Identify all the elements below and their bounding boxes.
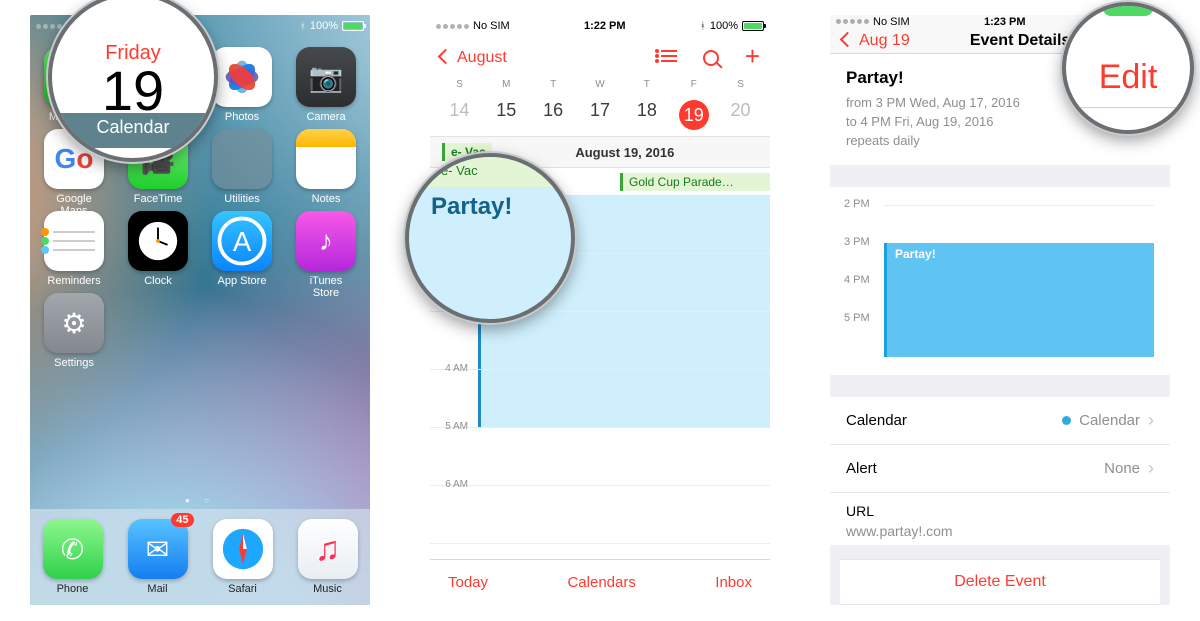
mini-day-view[interactable]: 2 PM 3 PM 4 PM 5 PM Partay! (830, 187, 1170, 375)
date-16[interactable]: 16 (530, 94, 577, 136)
app-settings[interactable]: ⚙Settings (44, 293, 104, 375)
bluetooth-icon: ᚼ (700, 21, 706, 32)
mini-event-block[interactable]: Partay! (884, 243, 1154, 357)
callout-event: e- Vac Partay! (405, 153, 575, 323)
add-event-icon[interactable]: + (745, 50, 760, 66)
app-camera[interactable]: 📷Camera (296, 47, 356, 129)
battery-icon (342, 21, 364, 31)
app-clock[interactable]: Clock (128, 211, 188, 293)
safari-icon (213, 519, 273, 579)
clock-icon (128, 211, 188, 271)
callout-edit: Edit (1062, 2, 1194, 134)
allday-event[interactable]: Gold Cup Parade… (620, 173, 770, 191)
app-notes[interactable]: Notes (296, 129, 356, 211)
battery-pct: 100% (710, 20, 738, 32)
weekday-row: S M T W T F S 14 15 16 17 18 19 20 (430, 79, 770, 136)
music-icon: ♫ (298, 519, 358, 579)
back-month-button[interactable]: August (440, 49, 507, 67)
chevron-left-icon (842, 32, 855, 50)
battery-icon (742, 21, 764, 31)
calendar-toolbar: Today Calendars Inbox (430, 559, 770, 605)
camera-icon: 📷 (296, 47, 356, 107)
chevron-right-icon: › (1148, 458, 1154, 479)
reminders-icon (44, 211, 104, 271)
app-photos[interactable]: Photos (212, 47, 272, 129)
callout-calendar-app: Friday 19 Calendar (48, 0, 218, 162)
carrier-label: No SIM (473, 20, 510, 32)
dock-phone[interactable]: ✆Phone (43, 519, 103, 595)
delete-event-button[interactable]: Delete Event (840, 559, 1160, 605)
gear-icon: ⚙ (44, 293, 104, 353)
date-19-selected[interactable]: 19 (670, 94, 717, 136)
date-18[interactable]: 18 (623, 94, 670, 136)
mail-badge: 45 (171, 513, 193, 527)
photos-icon (212, 47, 272, 107)
date-15[interactable]: 15 (483, 94, 530, 136)
status-bar: No SIM 1:22 PM ᚼ 100% (430, 15, 770, 37)
dock: ✆Phone ✉45Mail Safari ♫Music (30, 509, 370, 605)
calendars-button[interactable]: Calendars (567, 574, 635, 591)
dock-mail[interactable]: ✉45Mail (128, 519, 188, 595)
svg-text:A: A (233, 226, 252, 257)
status-time: 1:22 PM (584, 20, 626, 32)
notes-icon (296, 129, 356, 189)
calendar-color-dot (1062, 416, 1071, 425)
row-alert[interactable]: Alert None› (830, 445, 1170, 493)
calendar-navbar: August + (430, 37, 770, 79)
date-17[interactable]: 17 (577, 94, 624, 136)
page-indicator[interactable]: ● ○ (30, 496, 370, 505)
folder-icon (212, 129, 272, 189)
date-14[interactable]: 14 (436, 94, 483, 136)
carrier-label: No SIM (873, 16, 910, 28)
status-time: 1:23 PM (984, 16, 1026, 28)
dock-safari[interactable]: Safari (213, 519, 273, 595)
row-url[interactable]: URL www.partay!.com (830, 493, 1170, 545)
signal-dots-icon (436, 24, 469, 29)
signal-dots-icon (836, 19, 869, 24)
today-button[interactable]: Today (448, 574, 488, 591)
app-appstore[interactable]: A App Store (212, 211, 272, 293)
event-settings-list: Calendar Calendar› Alert None› (830, 397, 1170, 493)
search-icon[interactable] (703, 50, 719, 66)
page-title: Event Details (970, 32, 1070, 50)
chevron-left-icon (440, 49, 453, 67)
chevron-right-icon: › (1148, 410, 1154, 431)
battery-pct: 100% (310, 20, 338, 32)
inbox-button[interactable]: Inbox (715, 574, 752, 591)
app-utilities-folder[interactable]: Utilities (212, 129, 272, 211)
appstore-icon: A (212, 211, 272, 271)
phone-icon: ✆ (43, 519, 103, 579)
list-view-icon[interactable] (661, 50, 677, 66)
row-calendar[interactable]: Calendar Calendar› (830, 397, 1170, 445)
app-reminders[interactable]: Reminders (44, 211, 104, 293)
mail-icon: ✉45 (128, 519, 188, 579)
bluetooth-icon: ᚼ (300, 21, 306, 32)
itunes-icon: ♪ (296, 211, 356, 271)
date-20[interactable]: 20 (717, 94, 764, 136)
dock-music[interactable]: ♫Music (298, 519, 358, 595)
back-button[interactable]: Aug 19 (842, 32, 910, 50)
app-itunes[interactable]: ♪iTunes Store (296, 211, 356, 293)
battery-fragment (1103, 6, 1153, 16)
